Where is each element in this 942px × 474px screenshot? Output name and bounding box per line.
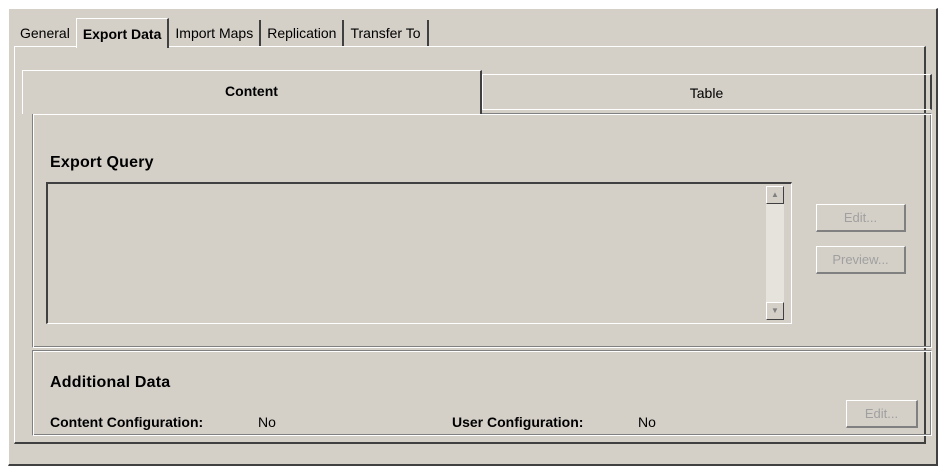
query-edit-button[interactable]: Edit...: [816, 204, 906, 232]
tab-transfer-to[interactable]: Transfer To: [344, 20, 429, 46]
export-query-title: Export Query: [50, 154, 154, 171]
outer-tab-strip: General Export Data Import Maps Replicat…: [14, 18, 429, 48]
arrow-up-icon: ▲: [771, 190, 779, 199]
export-query-textarea[interactable]: [46, 182, 792, 324]
additional-edit-button[interactable]: Edit...: [846, 400, 918, 428]
inner-tab-strip: Content Table: [22, 70, 932, 114]
user-configuration-value: No: [638, 414, 656, 430]
arrow-down-icon: ▼: [771, 306, 779, 315]
query-scrollbar[interactable]: ▲ ▼: [766, 186, 784, 320]
additional-data-title: Additional Data: [50, 374, 171, 391]
content-configuration-value: No: [258, 414, 276, 430]
scroll-down-button[interactable]: ▼: [766, 302, 784, 320]
tab-general[interactable]: General: [14, 20, 76, 46]
tab-replication[interactable]: Replication: [261, 20, 345, 46]
tab-table[interactable]: Table: [482, 74, 932, 110]
content-configuration-label: Content Configuration:: [50, 414, 204, 430]
scroll-up-button[interactable]: ▲: [766, 186, 784, 204]
tab-export-data[interactable]: Export Data: [75, 18, 170, 48]
user-configuration-label: User Configuration:: [452, 414, 584, 430]
tab-import-maps[interactable]: Import Maps: [169, 20, 262, 46]
tab-content[interactable]: Content: [22, 70, 482, 114]
query-preview-button[interactable]: Preview...: [816, 246, 906, 274]
